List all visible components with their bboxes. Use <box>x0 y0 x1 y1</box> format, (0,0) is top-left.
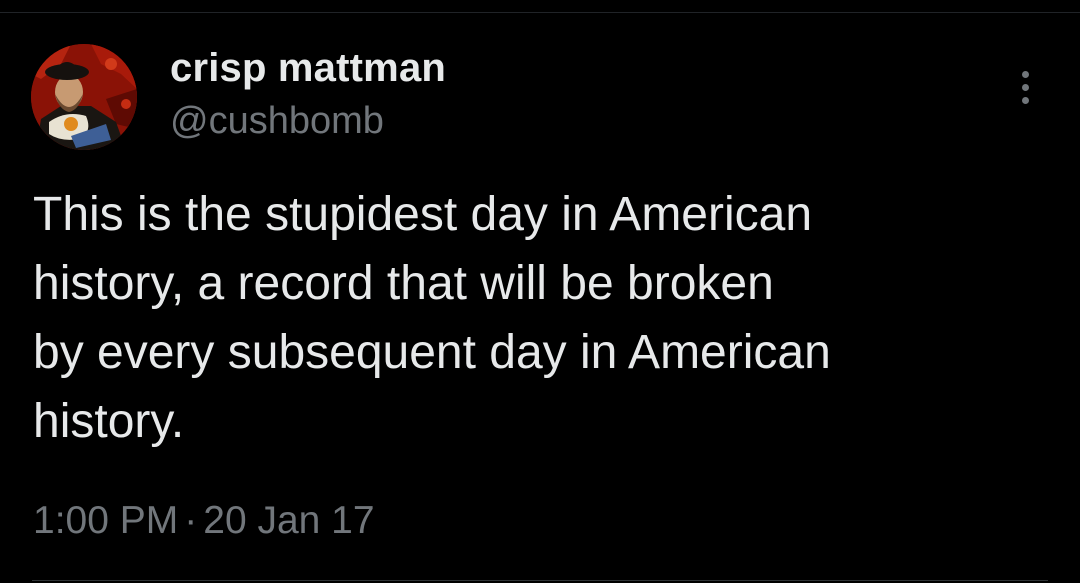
username-handle[interactable]: @cushbomb <box>170 96 446 146</box>
timestamp-separator: · <box>184 499 198 542</box>
avatar[interactable] <box>31 44 137 150</box>
more-options-icon[interactable] <box>1006 68 1046 108</box>
more-dot <box>1022 71 1029 78</box>
tweet-card: crisp mattman @cushbomb This is the stup… <box>0 0 1080 583</box>
author-block[interactable]: crisp mattman @cushbomb <box>170 44 446 146</box>
more-dot <box>1022 84 1029 91</box>
portrait-avatar-icon <box>31 44 137 150</box>
tweet-text: This is the stupidest day in American hi… <box>33 188 831 448</box>
bottom-divider <box>32 580 1048 581</box>
tweet-timestamp[interactable]: 1:00 PM · 20 Jan 17 <box>33 496 375 546</box>
display-name[interactable]: crisp mattman <box>170 44 446 92</box>
more-dot <box>1022 97 1029 104</box>
tweet-time: 1:00 PM <box>33 499 179 542</box>
tweet-date: 20 Jan 17 <box>203 499 375 542</box>
